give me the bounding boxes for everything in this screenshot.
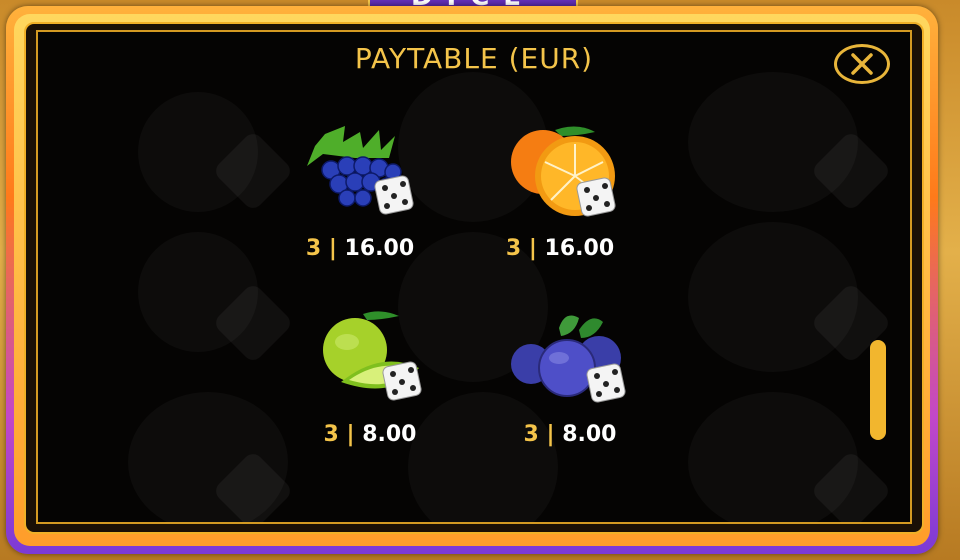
payout-label: 3 | 8.00 [523,422,617,447]
paytable-panel: PAYTABLE (EUR) 3 | 16.00 3 | 16.00 3 | 8… [36,30,912,524]
paytable-symbol-grapes: 3 | 16.00 [285,122,435,261]
bg-ghost-fruit [688,222,858,372]
close-icon [851,53,873,75]
payout-label: 3 | 8.00 [323,422,417,447]
paytable-title: PAYTABLE (EUR) [354,42,594,75]
orange-icon [511,126,616,217]
blueberry-icon [511,315,626,403]
paytable-symbol-orange: 3 | 16.00 [485,122,635,261]
grapes-icon [307,126,414,215]
close-button[interactable] [834,44,890,84]
payout-label: 3 | 16.00 [305,236,415,261]
lime-icon [323,311,422,401]
payout-label: 3 | 16.00 [505,236,615,261]
scrollbar-thumb[interactable] [870,340,886,440]
paytable-symbol-blueberry: 3 | 8.00 [495,308,645,447]
paytable-symbol-lime: 3 | 8.00 [295,308,445,447]
